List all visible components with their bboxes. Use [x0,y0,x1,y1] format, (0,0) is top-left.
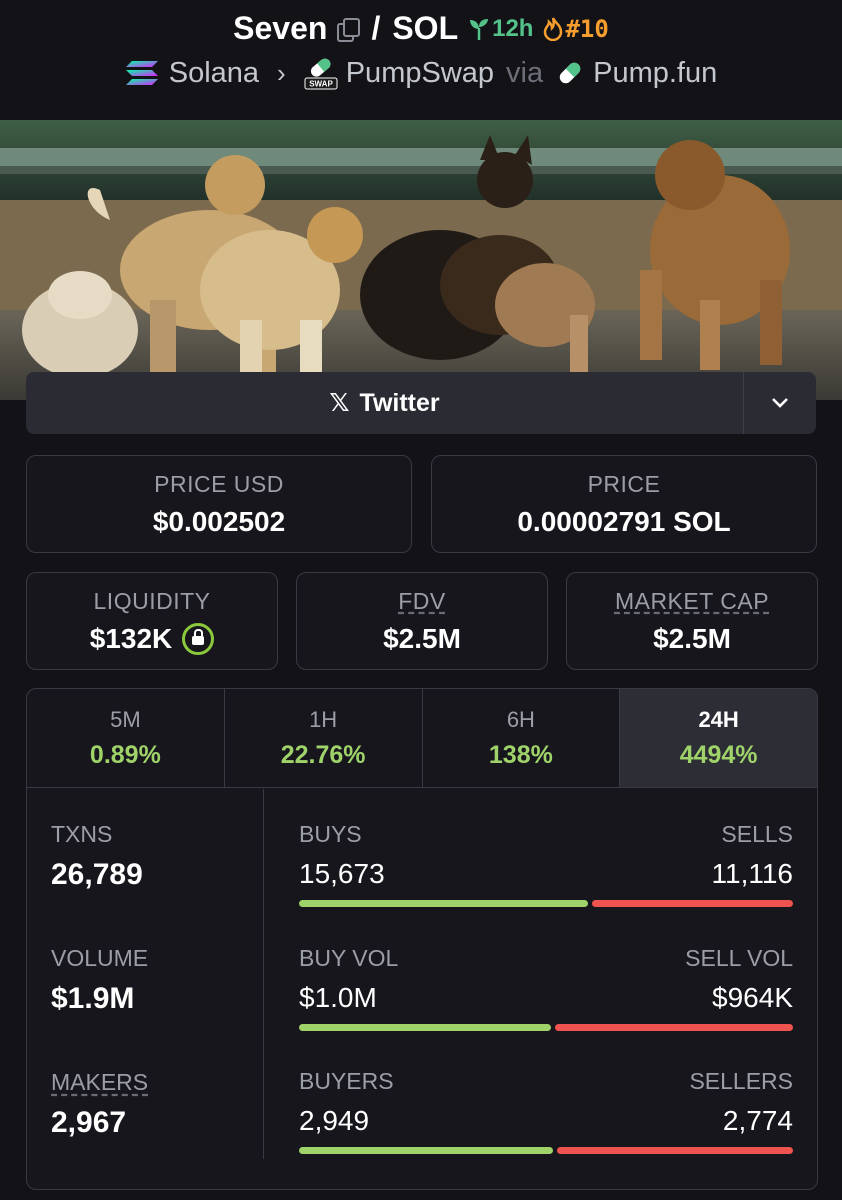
price-native-card: PRICE 0.00002791 SOL [431,455,817,553]
x-logo-icon: 𝕏 [329,389,350,417]
sells-label: SELLS [721,821,793,847]
buy-sell-vol-bar [299,1024,793,1031]
dex-name: PumpSwap [345,56,495,89]
tab-24h[interactable]: 24H 4494% [620,689,817,787]
tab-label: 6H [506,706,535,732]
sell-vol-share-bar [554,1024,793,1031]
token-name: Seven [233,10,328,46]
liquidity-value-row: $132K [89,622,215,655]
chain-name: Solana [168,56,260,89]
buyers-label: BUYERS [299,1068,394,1094]
sellers-share-bar [557,1147,793,1154]
txns-value: 26,789 [51,858,143,891]
buyers-sellers-row: BUYERS SELLERS 2,949 2,774 [299,1068,793,1154]
launchpad-link[interactable]: Pump.fun [555,57,717,90]
socials-bar: 𝕏 Twitter [26,372,816,434]
fdv-value: $2.5M [383,622,461,654]
dex-link[interactable]: SWAP PumpSwap [304,56,494,90]
socials-dropdown-button[interactable] [743,372,816,434]
buys-label: BUYS [299,821,362,847]
makers-metric: MAKERS 2,967 [51,1069,148,1140]
market-cap-label[interactable]: MARKET CAP [615,588,769,615]
price-usd-value: $0.002502 [152,505,286,537]
buy-vol-label: BUY VOL [299,945,399,971]
buy-vol-share-bar [299,1024,551,1031]
token-banner-image [0,120,842,400]
buys-sells-bar [299,900,793,907]
makers-value: 2,967 [51,1106,127,1139]
buy-vol-value: $1.0M [299,982,377,1013]
pair-age: 12h [468,15,533,43]
buyers-sellers-bar [299,1147,793,1154]
pair-header: Seven / SOL 12h #10 Solana › SWAP PumpSw… [0,0,842,120]
liquidity-label: LIQUIDITY [93,587,211,614]
dex-badge-text: SWAP [309,80,333,89]
launchpad-name: Pump.fun [593,56,718,89]
flame-icon [544,16,563,41]
price-usd-label: PRICE USD [154,470,284,497]
txns-metric: TXNS 26,789 [51,821,143,892]
summary-column: TXNS 26,789 VOLUME $1.9M MAKERS 2,967 [27,789,264,1159]
twitter-link[interactable]: 𝕏 Twitter [26,372,743,434]
timeframe-tabs: 5M 0.89% 1H 22.76% 6H 138% 24H 4494% [27,689,817,788]
tab-change: 138% [488,740,553,769]
fdv-card: FDV $2.5M [296,572,548,670]
buyers-value: 2,949 [299,1105,370,1136]
buyers-share-bar [299,1147,554,1154]
tab-1h[interactable]: 1H 22.76% [225,689,423,787]
tab-change: 22.76% [280,740,366,769]
price-native-label: PRICE [587,470,661,497]
tab-change: 0.89% [89,740,161,769]
market-cap-card: MARKET CAP $2.5M [566,572,818,670]
sellers-value: 2,774 [722,1105,793,1136]
tab-label: 24H [698,706,739,732]
makers-label[interactable]: MAKERS [51,1069,148,1096]
market-cap-value: $2.5M [653,622,731,654]
pair-title: Seven / SOL 12h #10 [0,10,842,47]
pill-icon [559,62,581,84]
price-usd-card: PRICE USD $0.002502 [26,455,412,553]
sprout-icon [470,18,489,40]
buys-sells-row: BUYS SELLS 15,673 11,116 [299,821,793,907]
sells-value: 11,116 [711,858,793,889]
via-label: via [506,56,544,89]
buys-value: 15,673 [299,858,385,889]
quote-token: SOL [392,10,459,46]
volume-metric: VOLUME $1.9M [51,945,148,1016]
stats-panel: 5M 0.89% 1H 22.76% 6H 138% 24H 4494% TXN… [26,688,818,1190]
buy-share-bar [299,900,588,907]
rank-value: #10 [565,14,609,43]
tab-label: 1H [309,706,338,732]
pair-separator: / [371,10,381,46]
pair-route: Solana › SWAP PumpSwap via Pump.fun [0,56,842,90]
tab-label: 5M [110,706,141,732]
twitter-label: Twitter [359,388,440,417]
chevron-right-icon: › [277,57,286,88]
chain-link[interactable]: Solana [125,57,259,90]
sell-vol-value: $964K [712,982,793,1013]
liquidity-card: LIQUIDITY $132K [26,572,278,670]
tab-6h[interactable]: 6H 138% [423,689,621,787]
volume-label: VOLUME [51,945,149,971]
lock-icon[interactable] [182,622,215,655]
tab-5m[interactable]: 5M 0.89% [27,689,225,787]
tab-change: 4494% [679,740,758,769]
volume-value: $1.9M [51,982,135,1015]
chevron-down-icon [772,398,788,408]
liquidity-value: $132K [89,622,173,654]
fdv-label[interactable]: FDV [398,588,446,615]
age-value: 12h [492,14,534,42]
volume-split-row: BUY VOL SELL VOL $1.0M $964K [299,945,793,1031]
trending-rank[interactable]: #10 [543,14,609,43]
sell-vol-label: SELL VOL [685,945,793,971]
price-native-value: 0.00002791 SOL [517,505,731,537]
solana-icon [125,61,158,85]
copy-icon[interactable] [337,17,361,42]
pumpswap-icon: SWAP [304,58,338,90]
sell-share-bar [591,900,793,907]
txns-label: TXNS [51,821,113,847]
sellers-label: SELLERS [689,1068,793,1094]
